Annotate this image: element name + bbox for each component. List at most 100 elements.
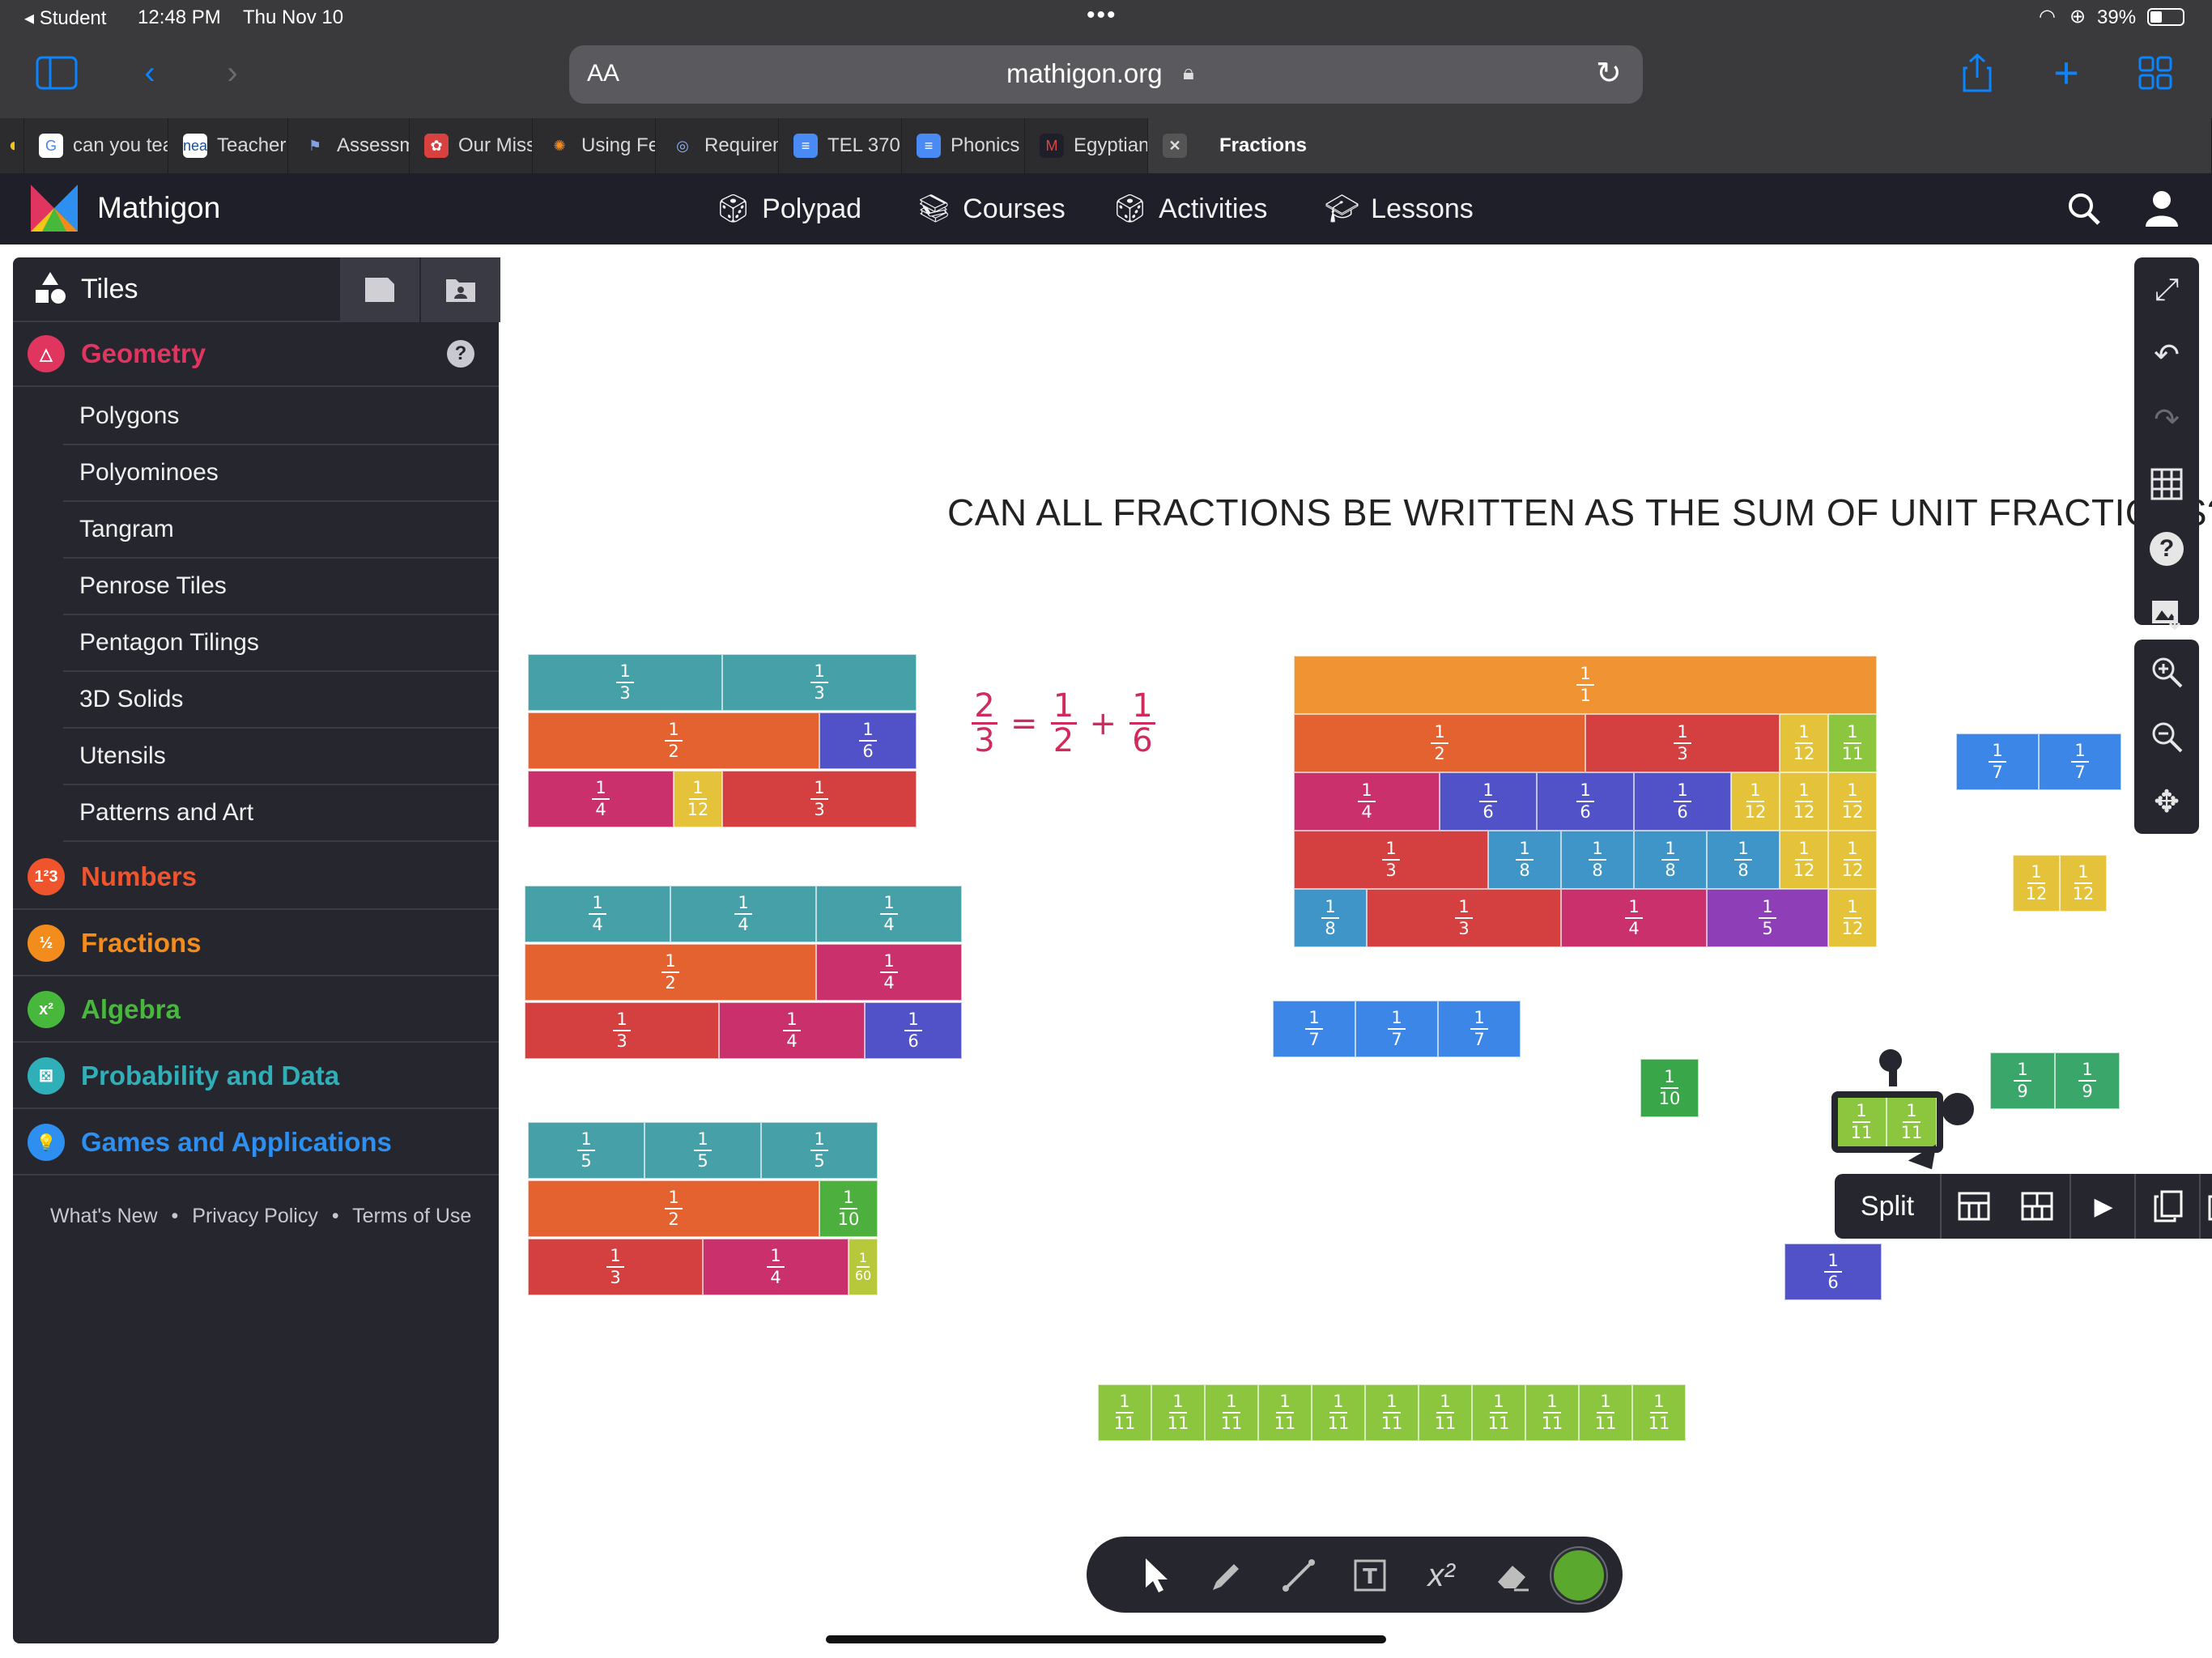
- account-icon[interactable]: [2144, 189, 2180, 231]
- privacy-link[interactable]: Privacy Policy: [192, 1205, 318, 1227]
- fraction-tile-1-2[interactable]: 12: [1294, 714, 1585, 772]
- duplicate-icon[interactable]: [2134, 1174, 2201, 1239]
- tab-9[interactable]: ✕ Fractions: [1148, 118, 2212, 173]
- color-picker[interactable]: [1548, 1545, 1610, 1606]
- fraction-tile-1-11[interactable]: 1 11: [1579, 1384, 1632, 1441]
- fraction-tile-1-1[interactable]: 11: [1294, 656, 1877, 714]
- fraction-tile-1-12[interactable]: 1 12: [1731, 772, 1780, 831]
- fraction-tile-1-8[interactable]: 18: [1488, 831, 1561, 889]
- fraction-tile-1-11[interactable]: 1 11: [1312, 1384, 1365, 1441]
- line-icon[interactable]: [1268, 1545, 1329, 1606]
- geometry-help-icon[interactable]: ?: [447, 340, 474, 368]
- fraction-tile-1-5[interactable]: 15: [644, 1122, 761, 1179]
- tab-8[interactable]: M Egyptian fra...: [1025, 118, 1148, 173]
- cursor-icon[interactable]: [1125, 1545, 1187, 1606]
- fraction-tile-1-11[interactable]: 1 11: [1258, 1384, 1312, 1441]
- fraction-tile-1-6[interactable]: 16: [819, 712, 917, 769]
- category-games-and-applications[interactable]: 💡 Games and Applications: [13, 1111, 499, 1175]
- fraction-tile-1-3[interactable]: 13: [722, 771, 917, 827]
- search-icon[interactable]: [2066, 191, 2102, 235]
- fraction-tile-1-8[interactable]: 18: [1561, 831, 1634, 889]
- pan-icon[interactable]: ✥: [2134, 769, 2199, 834]
- tab-2[interactable]: ⚑ Assessment...: [288, 118, 410, 173]
- nav-polypad[interactable]: 🎲︎ Polypad: [716, 173, 861, 244]
- delete-icon[interactable]: [2199, 1174, 2212, 1239]
- fraction-tile-1-7[interactable]: 17: [1355, 1001, 1438, 1057]
- merge-grid-icon[interactable]: [2005, 1174, 2069, 1239]
- fraction-tile-1-11[interactable]: 1 11: [1525, 1384, 1579, 1441]
- split-button[interactable]: Split: [1835, 1174, 1940, 1239]
- fraction-tile-1-12[interactable]: 1 12: [674, 771, 722, 827]
- fraction-tile-1-11[interactable]: 1 11: [1419, 1384, 1472, 1441]
- tab-1[interactable]: nea Teacher Qua...: [168, 118, 288, 173]
- sidebar-item-polyominoes[interactable]: Polyominoes: [63, 445, 499, 502]
- category-geometry[interactable]: △ Geometry?: [13, 322, 499, 387]
- fraction-tile-1-11[interactable]: 1 11: [1472, 1384, 1525, 1441]
- fraction-tile-1-11[interactable]: 1 11: [1098, 1384, 1151, 1441]
- share-icon[interactable]: [1953, 49, 2001, 97]
- fraction-tile-1-6[interactable]: 16: [1537, 772, 1634, 831]
- whats-new-link[interactable]: What's New: [50, 1205, 158, 1227]
- close-tab-icon[interactable]: ✕: [1163, 134, 1187, 158]
- tab-7[interactable]: ≡ Phonics Les...: [902, 118, 1025, 173]
- fraction-tile-1-11[interactable]: 1 11: [1365, 1384, 1419, 1441]
- fraction-tile-1-12[interactable]: 1 12: [1780, 772, 1828, 831]
- fraction-tile-1-3[interactable]: 13: [1585, 714, 1780, 772]
- fraction-tile-1-12[interactable]: 1 12: [1828, 831, 1877, 889]
- undo-icon[interactable]: ↶: [2134, 322, 2199, 387]
- category-fractions[interactable]: ½ Fractions: [13, 912, 499, 976]
- fraction-tile-1-6[interactable]: 16: [865, 1002, 962, 1059]
- tab-3[interactable]: ✿ Our Mission...: [410, 118, 533, 173]
- fraction-tile-1-6[interactable]: 16: [1440, 772, 1537, 831]
- fraction-tile-1-2[interactable]: 12: [525, 944, 816, 1001]
- grid-icon[interactable]: [2134, 452, 2199, 517]
- zoom-out-icon[interactable]: [2134, 704, 2199, 769]
- fraction-tile-1-8[interactable]: 18: [1294, 889, 1367, 947]
- zoom-in-icon[interactable]: [2134, 640, 2199, 704]
- fraction-tile-1-12[interactable]: 1 12: [1828, 772, 1877, 831]
- tab-partial[interactable]: ◖: [0, 118, 24, 173]
- rotate-handle[interactable]: [1879, 1049, 1902, 1072]
- nav-lessons[interactable]: 🎓︎ Lessons: [1325, 173, 1474, 244]
- multitask-dots-icon[interactable]: •••: [1087, 2, 1117, 29]
- sidebar-item-patterns-and-art[interactable]: Patterns and Art: [63, 785, 499, 842]
- question-text[interactable]: CAN ALL FRACTIONS BE WRITTEN AS THE SUM …: [947, 491, 2212, 534]
- fraction-tile-1-4[interactable]: 14: [525, 886, 670, 942]
- category-algebra[interactable]: x² Algebra: [13, 978, 499, 1043]
- category-numbers[interactable]: 1²3 Numbers: [13, 845, 499, 910]
- fraction-tile-1-7[interactable]: 17: [1273, 1001, 1355, 1057]
- fraction-tile-1-4[interactable]: 14: [528, 771, 674, 827]
- forward-icon[interactable]: ›: [212, 49, 253, 97]
- sidebar-item-utensils[interactable]: Utensils: [63, 729, 499, 785]
- fraction-tile-1-4[interactable]: 14: [1561, 889, 1707, 947]
- fraction-tile-1-2[interactable]: 12: [528, 1180, 819, 1237]
- tab-5[interactable]: ◎ Requirement...: [656, 118, 779, 173]
- fraction-tile-1-9[interactable]: 19: [2055, 1052, 2120, 1109]
- folder-button[interactable]: [419, 257, 500, 322]
- redo-icon[interactable]: ↷: [2134, 387, 2199, 452]
- fraction-tile-1-4[interactable]: 14: [670, 886, 816, 942]
- fraction-tile-1-11[interactable]: 1 11: [1151, 1384, 1205, 1441]
- nav-activities[interactable]: 🎲︎ Activities: [1112, 173, 1267, 244]
- text-box-icon[interactable]: T: [1339, 1545, 1401, 1606]
- tab-4[interactable]: ✺ Using Feedb...: [533, 118, 656, 173]
- text-size-button[interactable]: AA: [587, 60, 619, 87]
- fraction-tile-1-11[interactable]: 1 11: [1828, 714, 1877, 772]
- fraction-tile-1-3[interactable]: 13: [528, 654, 722, 711]
- fraction-tile-1-11[interactable]: 1 11: [1205, 1384, 1258, 1441]
- fraction-tile-1-3[interactable]: 13: [528, 1239, 703, 1295]
- fraction-tile-1-11[interactable]: 1 11: [1632, 1384, 1686, 1441]
- fraction-tile-1-2[interactable]: 12: [528, 712, 819, 769]
- category-probability-and-data[interactable]: ⚄ Probability and Data: [13, 1044, 499, 1109]
- pen-icon[interactable]: [1197, 1545, 1258, 1606]
- sidebar-toggle-icon[interactable]: [32, 49, 81, 97]
- fraction-tile-1-9[interactable]: 19: [1990, 1052, 2055, 1109]
- fraction-tile-1-4[interactable]: 14: [719, 1002, 865, 1059]
- selection-side-handle[interactable]: [1942, 1093, 1974, 1125]
- terms-link[interactable]: Terms of Use: [352, 1205, 471, 1227]
- fraction-tile-1-6[interactable]: 16: [1634, 772, 1731, 831]
- tab-overview-icon[interactable]: [2131, 49, 2180, 97]
- sidebar-item-3d-solids[interactable]: 3D Solids: [63, 672, 499, 729]
- back-icon[interactable]: ‹: [130, 49, 170, 97]
- fraction-tile-1-4[interactable]: 14: [1294, 772, 1440, 831]
